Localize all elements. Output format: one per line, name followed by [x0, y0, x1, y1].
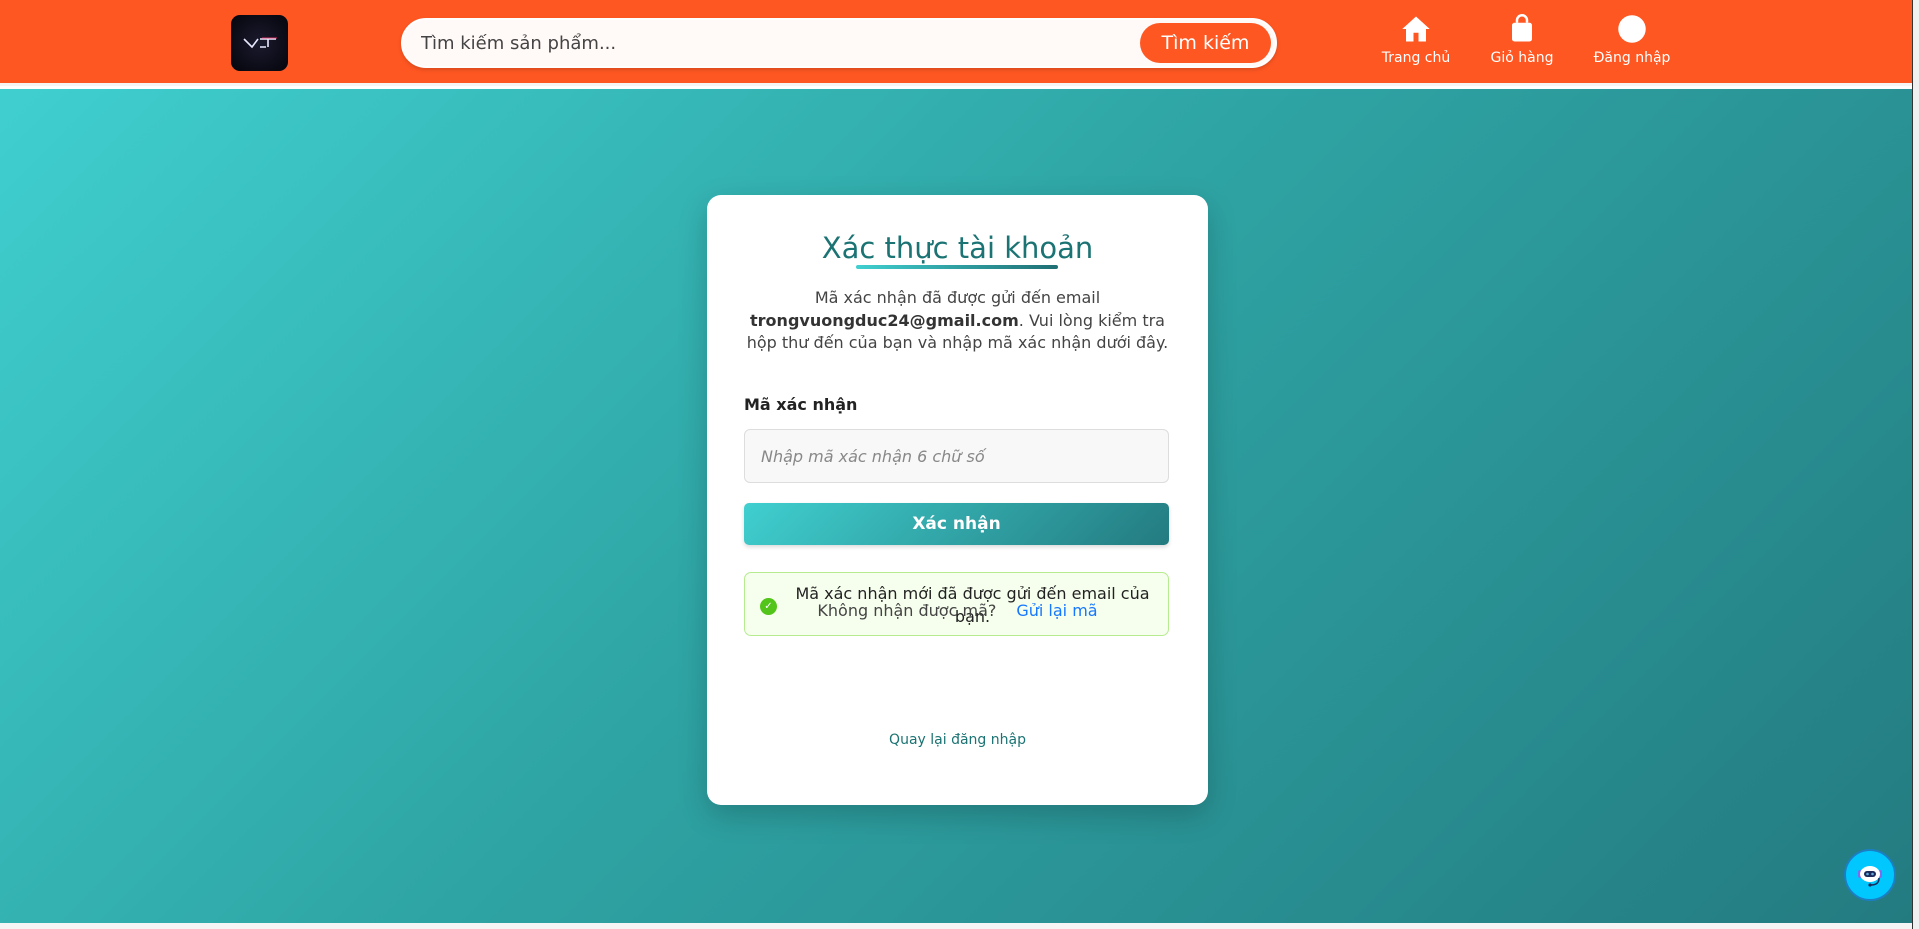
user-icon [1618, 15, 1646, 43]
email: trongvuongduc24@gmail.com [750, 310, 1019, 330]
robot-icon [1858, 866, 1882, 887]
submit-button[interactable]: Xác nhận [744, 503, 1169, 545]
search-button[interactable]: Tìm kiếm [1140, 23, 1271, 63]
page-title: Xác thực tài khoản [821, 231, 1094, 265]
search-input[interactable] [421, 20, 1121, 66]
resend-row: Không nhận được mã? Gửi lại mã [707, 601, 1208, 620]
verify-card: Xác thực tài khoản Mã xác nhận đã được g… [707, 195, 1208, 805]
nav-cart-label: Giỏ hàng [1490, 50, 1554, 66]
nav-home[interactable]: Trang chủ [1371, 14, 1461, 66]
home-icon [1402, 16, 1430, 42]
chatbot-button[interactable] [1844, 849, 1896, 901]
nav-cart[interactable]: Giỏ hàng [1477, 14, 1567, 66]
header: Tìm kiếm Trang chủ Giỏ hàng Đăng nhập [0, 0, 1912, 86]
search-bar: Tìm kiếm [401, 18, 1277, 68]
title-underline [856, 265, 1058, 269]
logo[interactable] [231, 15, 288, 71]
resend-link[interactable]: Gửi lại mã [1016, 601, 1097, 620]
back-to-login-link[interactable]: Quay lại đăng nhập [707, 732, 1208, 748]
code-label: Mã xác nhận [744, 395, 858, 414]
nav-login[interactable]: Đăng nhập [1587, 14, 1677, 66]
description: Mã xác nhận đã được gửi đến email trongv… [737, 287, 1178, 355]
scrollbar[interactable] [1912, 0, 1919, 929]
shopping-bag-icon [1512, 14, 1532, 42]
nav-home-label: Trang chủ [1381, 50, 1451, 66]
bottom-strip [0, 923, 1912, 929]
nav-login-label: Đăng nhập [1593, 50, 1671, 66]
resend-prompt: Không nhận được mã? [817, 601, 997, 620]
desc-before: Mã xác nhận đã được gửi đến email [814, 288, 1101, 307]
code-input[interactable] [744, 429, 1169, 483]
logo-icon [242, 37, 277, 49]
